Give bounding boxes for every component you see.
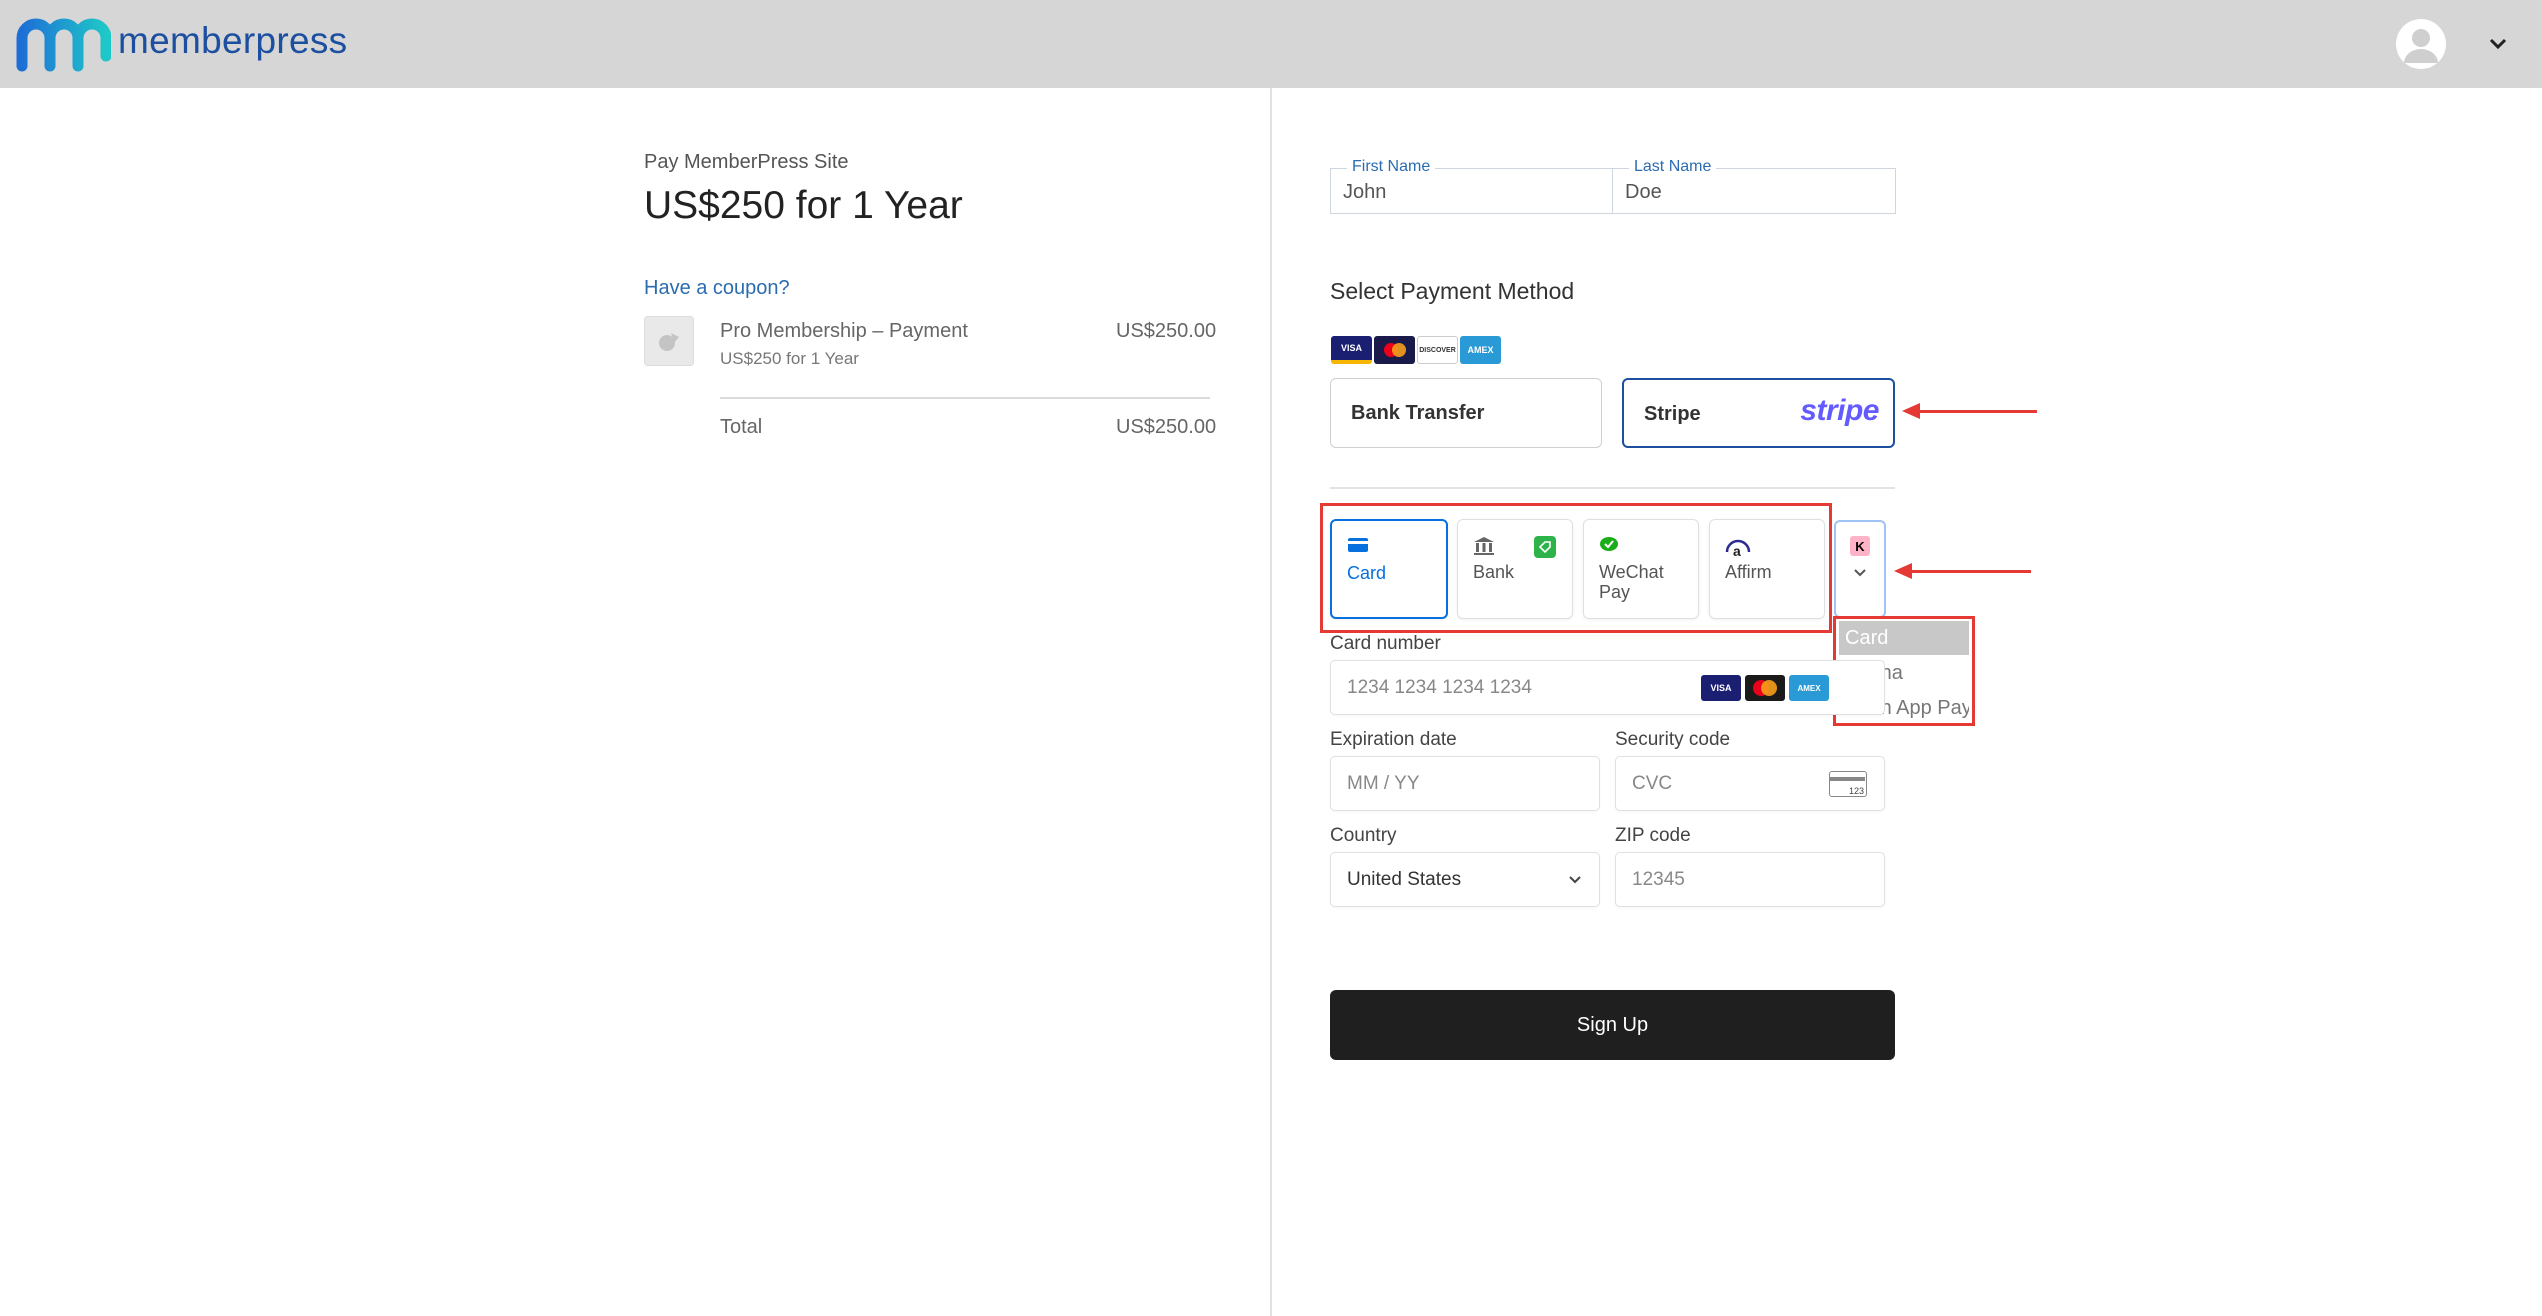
wechat-icon: [1600, 537, 1618, 551]
brand-name[interactable]: memberpress: [118, 20, 347, 62]
annotation-arrow: [1912, 410, 2037, 413]
tab-affirm[interactable]: a Affirm: [1709, 519, 1825, 619]
product-thumbnail: [644, 316, 694, 366]
tab-label: WeChat Pay: [1599, 562, 1664, 602]
user-avatar[interactable]: [2396, 19, 2446, 69]
mastercard-logo-icon: [1745, 675, 1785, 701]
country-select[interactable]: United States: [1330, 852, 1600, 907]
tab-label: Bank: [1473, 562, 1515, 582]
discover-logo-icon: DISCOVER: [1417, 336, 1458, 364]
zip-input[interactable]: 12345: [1615, 852, 1885, 907]
user-icon: [2404, 29, 2438, 63]
security-code-input[interactable]: CVC 123: [1615, 756, 1885, 811]
stripe-logo-icon: stripe: [1800, 394, 1879, 427]
bank-icon: [1474, 537, 1494, 555]
gateway-label: Stripe: [1644, 403, 1701, 425]
svg-text:a: a: [1733, 543, 1741, 558]
tab-wechat-pay[interactable]: WeChat Pay: [1583, 519, 1699, 619]
pay-site-label: Pay MemberPress Site: [644, 151, 849, 173]
expiration-placeholder: MM / YY: [1347, 773, 1420, 794]
dropdown-option-card[interactable]: Card: [1839, 621, 1969, 655]
annotation-arrow: [1906, 570, 2031, 573]
zip-placeholder: 12345: [1632, 869, 1685, 890]
tab-label: Affirm: [1725, 562, 1772, 582]
cvc-card-icon: 123: [1829, 771, 1867, 797]
gateway-stripe[interactable]: Stripe stripe: [1622, 378, 1895, 448]
product-icon: [659, 333, 679, 351]
last-name-label: Last Name: [1629, 158, 1717, 176]
tab-bank[interactable]: Bank: [1457, 519, 1573, 619]
product-subtitle: US$250 for 1 Year: [720, 349, 859, 368]
card-icon: [1348, 538, 1368, 552]
column-divider: [1270, 88, 1272, 1316]
country-label: Country: [1330, 825, 1397, 846]
tag-badge-icon: [1534, 536, 1556, 558]
visa-logo-icon: VISA: [1701, 675, 1741, 701]
price-title: US$250 for 1 Year: [644, 184, 963, 227]
first-name-field[interactable]: First Name John: [1330, 158, 1614, 214]
total-value: US$250.00: [1116, 416, 1217, 438]
chevron-down-icon: [1854, 569, 1866, 577]
amex-logo-icon: AMEX: [1789, 675, 1829, 701]
last-name-value: Doe: [1625, 181, 1662, 203]
product-price: US$250.00: [1116, 320, 1217, 342]
memberpress-logo-icon[interactable]: [16, 16, 111, 72]
amex-logo-icon: AMEX: [1460, 336, 1501, 364]
security-code-placeholder: CVC: [1632, 773, 1673, 794]
select-payment-method-heading: Select Payment Method: [1330, 278, 1575, 304]
zip-label: ZIP code: [1615, 825, 1691, 846]
tab-label: Card: [1347, 563, 1387, 583]
first-name-value: John: [1343, 181, 1387, 203]
mastercard-logo-icon: [1374, 336, 1415, 364]
arrow-head-icon: [1902, 403, 1920, 419]
card-number-label: Card number: [1330, 633, 1441, 654]
card-number-placeholder: 1234 1234 1234 1234: [1347, 677, 1532, 698]
affirm-icon: a: [1725, 539, 1751, 558]
product-name: Pro Membership – Payment: [720, 320, 968, 342]
last-name-field[interactable]: Last Name Doe: [1612, 158, 1896, 214]
gateway-label: Bank Transfer: [1351, 402, 1485, 424]
visa-logo-icon: VISA: [1331, 336, 1372, 364]
more-payment-methods-button[interactable]: K: [1834, 520, 1886, 618]
coupon-link[interactable]: Have a coupon?: [644, 277, 790, 300]
security-code-label: Security code: [1615, 729, 1731, 750]
top-header: [0, 0, 2542, 88]
chevron-down-icon[interactable]: [2484, 30, 2512, 58]
country-value: United States: [1347, 869, 1462, 890]
arrow-head-icon: [1894, 563, 1912, 579]
total-label: Total: [720, 416, 763, 438]
sign-up-button[interactable]: Sign Up: [1330, 990, 1895, 1060]
gateway-bank-transfer[interactable]: Bank Transfer: [1330, 378, 1602, 448]
tab-card[interactable]: Card: [1330, 519, 1448, 619]
first-name-label: First Name: [1347, 158, 1436, 176]
klarna-icon: K: [1850, 536, 1870, 556]
chevron-down-icon: [1569, 876, 1581, 884]
expiration-label: Expiration date: [1330, 729, 1457, 750]
summary-divider: [720, 397, 1210, 399]
section-divider: [1330, 487, 1895, 489]
expiration-input[interactable]: MM / YY: [1330, 756, 1600, 811]
card-number-input[interactable]: 1234 1234 1234 1234 VISA AMEX: [1330, 660, 1885, 715]
